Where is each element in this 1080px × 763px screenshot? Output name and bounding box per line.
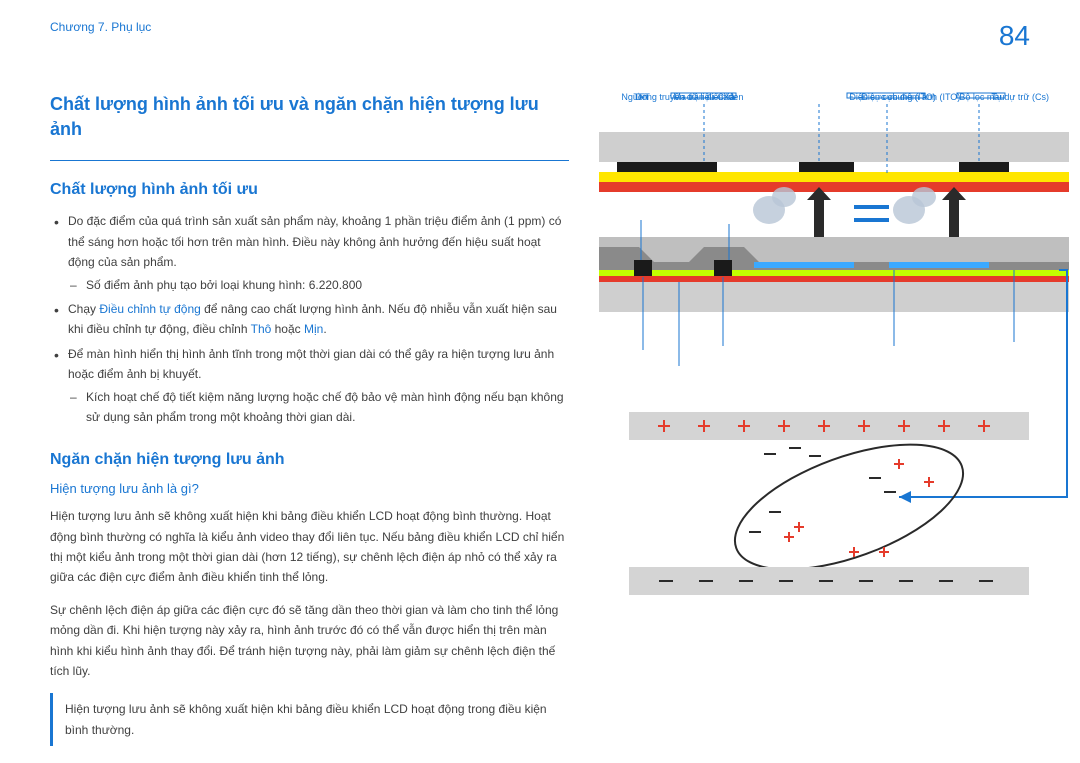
section2-subtitle: Hiện tượng lưu ảnh là gì? — [50, 481, 569, 496]
page-header: Chương 7. Phụ lục 84 — [50, 20, 1030, 52]
text: Chạy — [68, 302, 99, 316]
dash-item: Số điểm ảnh phụ tạo bởi loại khung hình:… — [68, 275, 569, 295]
bullet-text: Do đặc điểm của quá trình sản xuất sản p… — [68, 214, 561, 269]
section1-list: Do đặc điểm của quá trình sản xuất sản p… — [50, 211, 569, 427]
section2-title: Ngăn chặn hiện tượng lưu ảnh — [50, 451, 569, 469]
page-number: 84 — [999, 20, 1030, 52]
left-column: Chất lượng hình ảnh tối ưu và ngăn chặn … — [50, 92, 569, 746]
lcd-diagram: Ma trận điểm đen Điện cực chung (ITO) Bộ… — [599, 92, 1069, 612]
page: Chương 7. Phụ lục 84 Chất lượng hình ảnh… — [0, 0, 1080, 763]
dash-item: Kích hoạt chế độ tiết kiệm năng lượng ho… — [68, 387, 569, 428]
section1-title: Chất lượng hình ảnh tối ưu — [50, 181, 569, 199]
paragraph: Hiện tượng lưu ảnh sẽ không xuất hiện kh… — [50, 506, 569, 588]
text: . — [323, 322, 326, 336]
list-item: Do đặc điểm của quá trình sản xuất sản p… — [50, 211, 569, 295]
list-item: Để màn hình hiển thị hình ảnh tĩnh trong… — [50, 344, 569, 428]
right-column: Ma trận điểm đen Điện cực chung (ITO) Bộ… — [599, 92, 1069, 746]
link-fine[interactable]: Mịn — [304, 322, 323, 336]
note-text: Hiện tượng lưu ảnh sẽ không xuất hiện kh… — [65, 699, 569, 740]
link-coarse[interactable]: Thô — [251, 322, 272, 336]
chapter-label: Chương 7. Phụ lục — [50, 20, 151, 34]
list-item: Chạy Điều chỉnh tự động để nâng cao chất… — [50, 299, 569, 340]
content-columns: Chất lượng hình ảnh tối ưu và ngăn chặn … — [50, 92, 1030, 746]
link-auto-adjust[interactable]: Điều chỉnh tự động — [99, 302, 200, 316]
paragraph: Sự chênh lệch điện áp giữa các điện cực … — [50, 600, 569, 682]
text: hoặc — [271, 322, 304, 336]
note-box: Hiện tượng lưu ảnh sẽ không xuất hiện kh… — [50, 693, 569, 746]
main-title: Chất lượng hình ảnh tối ưu và ngăn chặn … — [50, 92, 569, 161]
diagram-svg — [599, 92, 1069, 612]
bullet-text: Để màn hình hiển thị hình ảnh tĩnh trong… — [68, 347, 554, 381]
